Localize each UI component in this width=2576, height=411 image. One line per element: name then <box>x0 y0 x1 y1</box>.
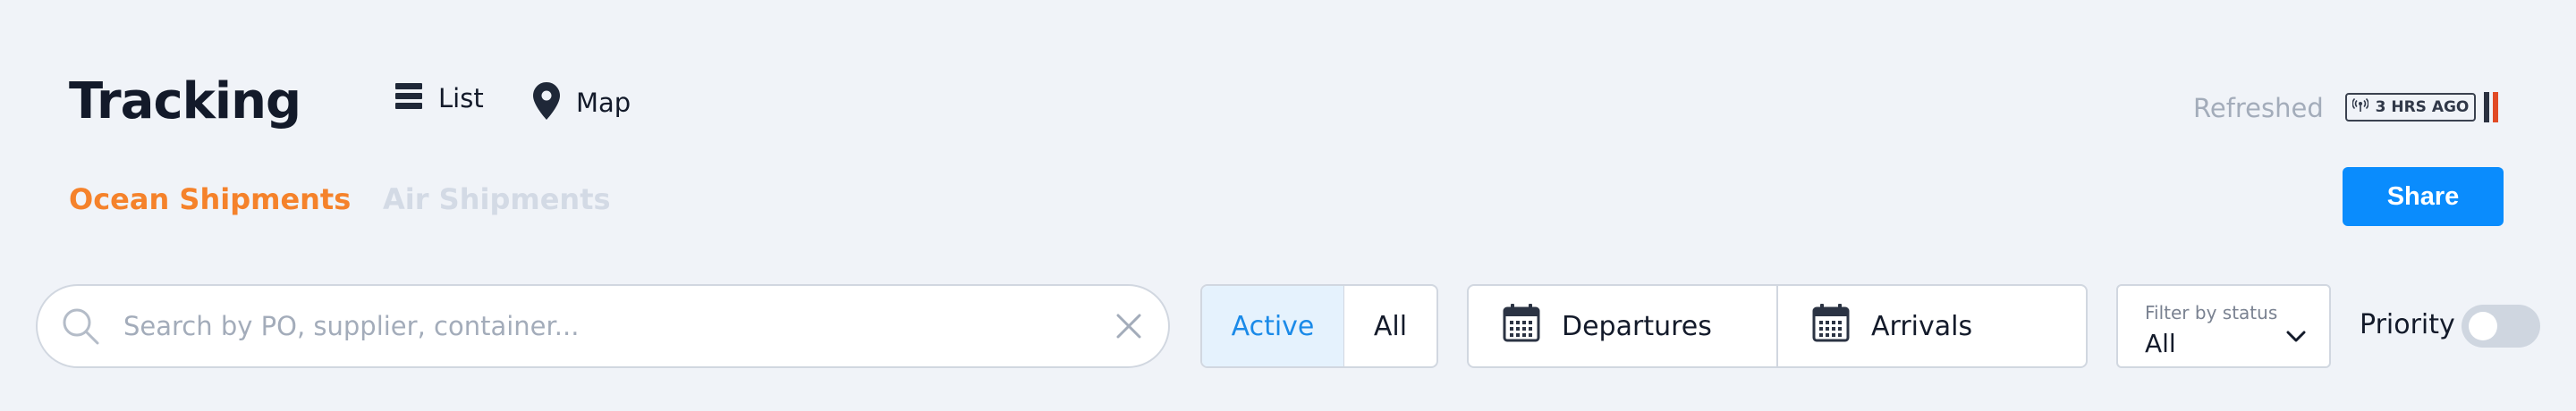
calendar-icon <box>1812 303 1850 349</box>
view-map-label: Map <box>576 88 631 118</box>
priority-toggle[interactable] <box>2462 305 2540 348</box>
share-button[interactable]: Share <box>2343 167 2504 226</box>
activity-toggle: Active All <box>1200 284 1438 368</box>
status-filter-select[interactable]: Filter by status All <box>2116 284 2331 368</box>
departures-button[interactable]: Departures <box>1469 286 1778 366</box>
status-filter-label: Filter by status <box>2145 302 2278 323</box>
arrivals-button[interactable]: Arrivals <box>1778 286 2086 366</box>
priority-label: Priority <box>2360 309 2455 340</box>
map-pin-icon <box>533 82 560 123</box>
page-title: Tracking <box>69 72 301 130</box>
tab-air-shipments[interactable]: Air Shipments <box>383 182 611 216</box>
search-box <box>36 284 1170 368</box>
view-map-button[interactable]: Map <box>533 82 631 123</box>
list-icon <box>395 82 422 114</box>
status-bar-dark <box>2484 92 2489 122</box>
all-filter-button[interactable]: All <box>1344 286 1436 366</box>
departures-label: Departures <box>1562 310 1712 342</box>
status-filter-value: All <box>2145 329 2176 358</box>
signal-icon <box>2351 97 2369 117</box>
view-list-label: List <box>438 83 484 113</box>
priority-toggle-knob <box>2469 312 2497 340</box>
tab-ocean-shipments[interactable]: Ocean Shipments <box>69 182 351 216</box>
close-icon[interactable] <box>1116 314 1141 339</box>
arrivals-label: Arrivals <box>1871 310 1973 342</box>
chevron-down-icon <box>2286 331 2306 343</box>
active-filter-button[interactable]: Active <box>1202 286 1344 366</box>
status-bar-red <box>2493 92 2498 122</box>
date-filter-group: Departures Arrivals <box>1467 284 2088 368</box>
refresh-badge-text: 3 HRS AGO <box>2375 98 2470 116</box>
search-input[interactable] <box>122 310 1116 342</box>
refresh-badge: 3 HRS AGO <box>2345 93 2476 122</box>
refreshed-label: Refreshed <box>2193 93 2324 123</box>
view-list-button[interactable]: List <box>395 82 484 114</box>
search-icon <box>61 306 100 346</box>
calendar-icon <box>1503 303 1540 349</box>
